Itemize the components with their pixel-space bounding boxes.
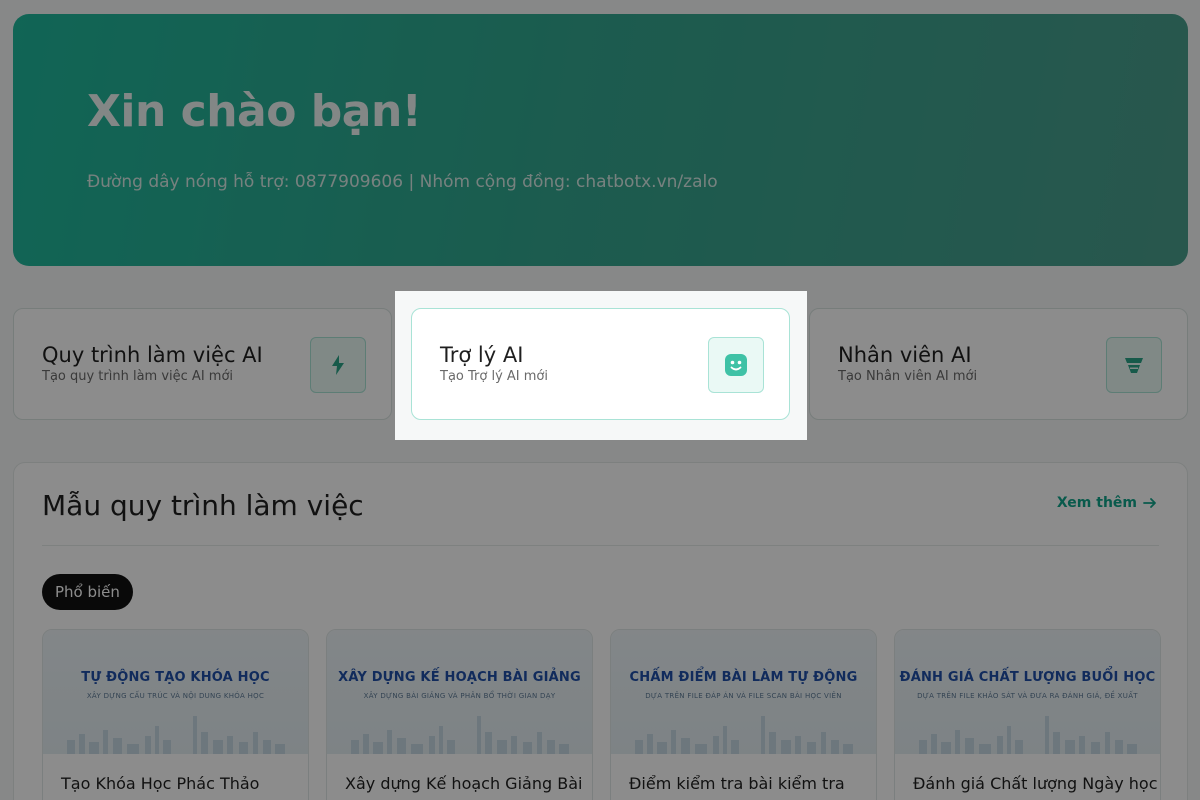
section-title: Mẫu quy trình làm việc [42, 489, 364, 522]
welcome-banner: Xin chào bạn! Đường dây nóng hỗ trợ: 087… [13, 14, 1188, 266]
card-title: Quy trình làm việc AI [42, 343, 263, 367]
templates-section: Mẫu quy trình làm việc Xem thêm Phổ biến… [13, 462, 1188, 800]
skyline-illustration [919, 716, 1137, 754]
template-name: Tạo Khóa Học Phác Thảo [61, 774, 260, 793]
template-name: Đánh giá Chất lượng Ngày học [913, 774, 1158, 793]
template-banner-subtitle: DỰA TRÊN FILE KHẢO SÁT VÀ ĐƯA RA ĐÁNH GI… [917, 692, 1138, 700]
arrow-right-icon [1143, 498, 1156, 508]
template-banner-subtitle: XÂY DỰNG CẤU TRÚC VÀ NỘI DUNG KHÓA HỌC [86, 692, 265, 700]
template-card[interactable]: TỰ ĐỘNG TẠO KHÓA HỌC XÂY DỰNG CẤU TRÚC V… [42, 629, 309, 800]
lightning-icon [310, 337, 366, 393]
template-thumbnail: XÂY DỰNG KẾ HOẠCH BÀI GIẢNG XÂY DỰNG BÀI… [327, 630, 592, 754]
filter-popular-pill[interactable]: Phổ biến [42, 574, 133, 610]
template-banner-title: XÂY DỰNG KẾ HOẠCH BÀI GIẢNG [338, 670, 581, 685]
card-title: Trợ lý AI [440, 343, 524, 367]
skyline-illustration [67, 716, 285, 754]
agent-icon [1106, 337, 1162, 393]
template-banner-title: TỰ ĐỘNG TẠO KHÓA HỌC [81, 670, 270, 685]
template-card[interactable]: ĐÁNH GIÁ CHẤT LƯỢNG BUỔI HỌC DỰA TRÊN FI… [894, 629, 1161, 800]
robot-face-icon [708, 337, 764, 393]
skyline-illustration [351, 716, 569, 754]
create-assistant-card[interactable]: Trợ lý AI Tạo Trợ lý AI mới [411, 308, 790, 420]
see-more-link[interactable]: Xem thêm [1057, 495, 1157, 511]
template-thumbnail: CHẤM ĐIỂM BÀI LÀM TỰ ĐỘNG DỰA TRÊN FILE … [611, 630, 876, 754]
template-banner-title: CHẤM ĐIỂM BÀI LÀM TỰ ĐỘNG [629, 670, 858, 685]
template-banner-subtitle: DỰA TRÊN FILE ĐÁP ÁN VÀ FILE SCAN BÀI HỌ… [645, 692, 842, 700]
template-banner-title: ĐÁNH GIÁ CHẤT LƯỢNG BUỔI HỌC [899, 670, 1156, 685]
create-agent-card[interactable]: Nhân viên AI Tạo Nhân viên AI mới [809, 308, 1188, 420]
card-subtitle: Tạo Trợ lý AI mới [440, 369, 548, 384]
skyline-illustration [635, 716, 853, 754]
template-thumbnail: TỰ ĐỘNG TẠO KHÓA HỌC XÂY DỰNG CẤU TRÚC V… [43, 630, 308, 754]
see-more-label: Xem thêm [1056, 495, 1137, 511]
card-subtitle: Tạo quy trình làm việc AI mới [42, 369, 234, 384]
template-card[interactable]: CHẤM ĐIỂM BÀI LÀM TỰ ĐỘNG DỰA TRÊN FILE … [610, 629, 877, 800]
template-banner-subtitle: XÂY DỰNG BÀI GIẢNG VÀ PHÂN BỔ THỜI GIAN … [363, 692, 556, 700]
create-workflow-card[interactable]: Quy trình làm việc AI Tạo quy trình làm … [13, 308, 392, 420]
welcome-title: Xin chào bạn! [87, 86, 422, 137]
template-name: Xây dựng Kế hoạch Giảng Bài [345, 774, 583, 793]
template-name: Điểm kiểm tra bài kiểm tra [629, 774, 845, 793]
card-title: Nhân viên AI [838, 343, 972, 367]
section-divider [42, 545, 1159, 546]
template-thumbnail: ĐÁNH GIÁ CHẤT LƯỢNG BUỔI HỌC DỰA TRÊN FI… [895, 630, 1160, 754]
card-subtitle: Tạo Nhân viên AI mới [838, 369, 978, 384]
support-info: Đường dây nóng hỗ trợ: 0877909606 | Nhóm… [87, 172, 718, 192]
template-card[interactable]: XÂY DỰNG KẾ HOẠCH BÀI GIẢNG XÂY DỰNG BÀI… [326, 629, 593, 800]
